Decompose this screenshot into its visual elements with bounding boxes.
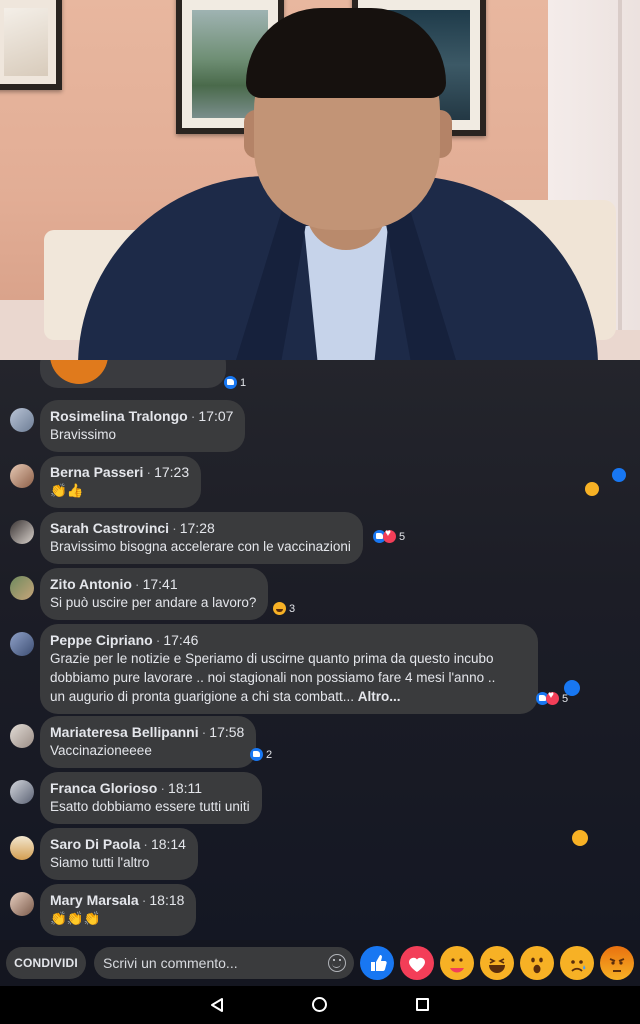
love-icon (546, 690, 559, 705)
care-icon[interactable] (440, 946, 474, 980)
avatar[interactable] (10, 520, 34, 544)
comment-input[interactable]: Scrivi un commento... (94, 947, 354, 979)
comment-time: 17:23 (154, 464, 190, 480)
love-icon[interactable] (400, 946, 434, 980)
comment-bubble[interactable]: Franca Glorioso · 18:11 Esatto dobbiamo es… (40, 772, 262, 824)
comment-text: Grazie per le notizie e Speriamo di usci… (50, 651, 494, 666)
avatar[interactable] (10, 780, 34, 804)
comment-bubble[interactable]: Sarah Castrovinci · 17:28 Bravissimo bisog… (40, 512, 363, 564)
comment-reactions[interactable]: 5 (373, 528, 406, 543)
comment-time: 17:41 (142, 576, 178, 592)
comment-reactions[interactable]: 3 (273, 602, 295, 615)
comment-author[interactable]: Peppe Cipriano (50, 632, 153, 648)
recents-icon[interactable] (416, 998, 429, 1011)
floating-like-icon (612, 468, 626, 482)
angry-icon[interactable] (600, 946, 634, 980)
avatar[interactable] (10, 836, 34, 860)
comment-text: Esatto dobbiamo essere tutti uniti (50, 799, 250, 814)
reaction-count: 2 (266, 748, 273, 761)
comment-text: dobbiamo pure lavorare .. noi stagionali… (50, 670, 496, 685)
comment-time: 17:07 (198, 408, 234, 424)
comment-time: 18:18 (149, 892, 185, 908)
comment-bubble[interactable]: Zito Antonio · 17:41 Si può uscire per and… (40, 568, 269, 620)
comment-bubble[interactable]: Mary Marsala · 18:18 👏👏👏 (40, 884, 197, 936)
comment-bubble[interactable]: Berna Passeri · 17:23 👏👍 (40, 456, 202, 508)
avatar[interactable] (10, 464, 34, 488)
see-more-link[interactable]: Altro... (358, 689, 401, 704)
wow-icon[interactable] (520, 946, 554, 980)
comment-author[interactable]: Franca Glorioso (50, 780, 157, 796)
comment-text: Bravissimo bisogna accelerare con le vac… (50, 539, 351, 554)
comment-time: 18:11 (168, 780, 203, 796)
comment-placeholder: Scrivi un commento... (103, 955, 238, 971)
share-button[interactable]: CONDIVIDI (6, 947, 86, 979)
avatar[interactable] (10, 724, 34, 748)
reaction-count: 5 (399, 530, 406, 543)
love-icon (383, 528, 396, 543)
comment-reactions[interactable]: 5 (536, 690, 568, 705)
emoji-picker-icon[interactable] (328, 954, 346, 972)
comment-author[interactable]: Zito Antonio (50, 576, 132, 592)
avatar[interactable] (10, 408, 34, 432)
haha-icon (273, 602, 286, 615)
comment-text: Vaccinazioneeee (50, 743, 152, 758)
floating-sad-icon (572, 830, 588, 846)
home-icon[interactable] (312, 997, 327, 1012)
comment-bubble[interactable]: Saro Di Paola · 18:14 Siamo tutti l'altro (40, 828, 198, 880)
avatar[interactable] (10, 576, 34, 600)
comment-bubble[interactable]: Rosimelina Tralongo · 17:07 Bravissimo (40, 400, 246, 452)
haha-icon[interactable] (480, 946, 514, 980)
like-icon[interactable] (360, 946, 394, 980)
comments-panel[interactable]: 1 Rosimelina Tralongo · 17:07 Bravissimo B… (0, 360, 640, 940)
floating-sad-icon (585, 482, 599, 496)
floating-like-icon (564, 680, 580, 696)
avatar[interactable] (10, 892, 34, 916)
android-navigation-bar (0, 986, 640, 1024)
reaction-count: 3 (289, 602, 296, 615)
sad-icon[interactable] (560, 946, 594, 980)
video-door-edge (618, 0, 622, 330)
comment-author[interactable]: Mary Marsala (50, 892, 139, 908)
comment-author[interactable]: Mariateresa Bellipanni (50, 724, 199, 740)
comment-time: 17:46 (163, 632, 199, 648)
reaction-count: 1 (240, 376, 247, 389)
wall-painting (0, 0, 62, 90)
comment-time: 18:14 (150, 836, 186, 852)
comment-time: 17:28 (179, 520, 215, 536)
comment-bubble[interactable]: Peppe Cipriano · 17:46 Grazie per le notiz… (40, 624, 538, 714)
comment-text: 👏👏👏 (50, 911, 101, 926)
avatar[interactable] (10, 632, 34, 656)
comment-reactions[interactable]: 2 (250, 748, 272, 761)
comment-author[interactable]: Rosimelina Tralongo (50, 408, 188, 424)
comment-text: un augurio di pronta guarigione a chi st… (50, 689, 354, 704)
comment-author[interactable]: Berna Passeri (50, 464, 143, 480)
live-video[interactable] (0, 0, 640, 360)
like-icon (250, 748, 263, 761)
comment-bubble[interactable]: Mariateresa Bellipanni · 17:58 Vaccinazion… (40, 716, 257, 768)
comment-text: Si può uscire per andare a lavoro? (50, 595, 257, 610)
like-icon (224, 376, 237, 389)
live-actions-bar: CONDIVIDI Scrivi un commento... (0, 940, 640, 986)
back-icon[interactable] (209, 997, 225, 1018)
comment-author[interactable]: Saro Di Paola (50, 836, 140, 852)
comment-text: Siamo tutti l'altro (50, 855, 150, 870)
comment-time: 17:58 (209, 724, 245, 740)
comment-text: 👏👍 (50, 483, 84, 498)
comment-reactions[interactable]: 1 (224, 376, 246, 389)
comment-author[interactable]: Sarah Castrovinci (50, 520, 169, 536)
comment-text: Bravissimo (50, 427, 117, 442)
